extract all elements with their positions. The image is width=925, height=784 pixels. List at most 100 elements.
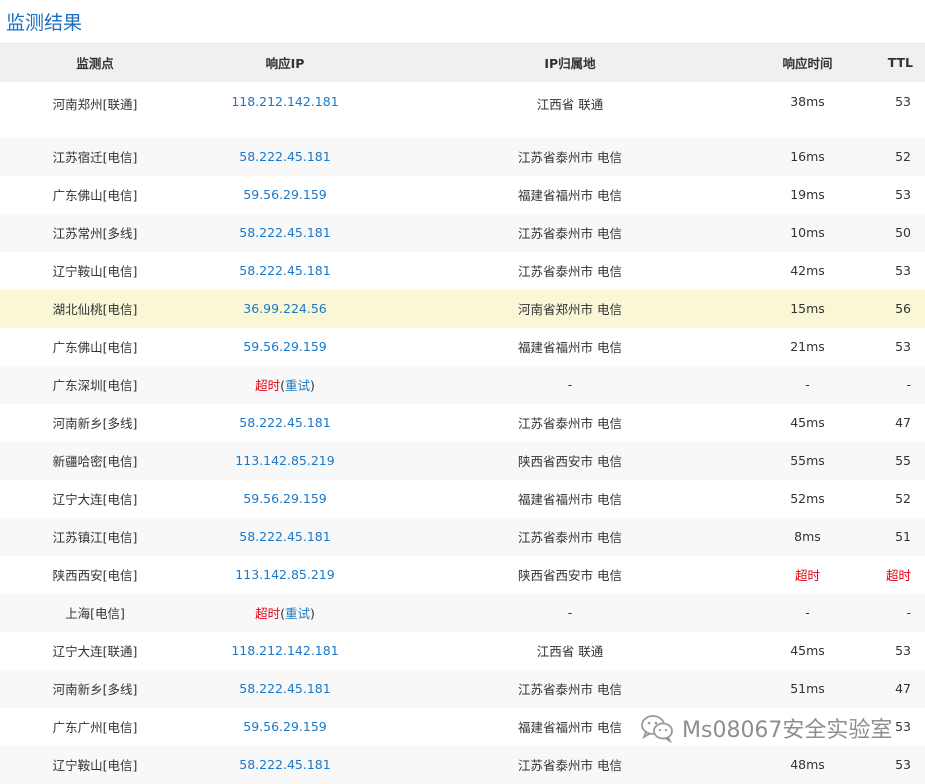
- table-row: 辽宁大连[联通] 118.212.142.181 江西省 联通 45ms 53: [0, 632, 925, 670]
- table-row: 上海[电信] 超时(重试) - - -: [0, 593, 925, 632]
- cell-ip: 58.222.45.181: [239, 263, 331, 278]
- cell-time: 21ms: [790, 339, 825, 354]
- cell-ip: 58.222.45.181: [239, 415, 331, 430]
- table-row: 广东佛山[电信] 59.56.29.159 福建省福州市 电信 19ms 53: [0, 176, 925, 214]
- cell-location: 河南省郑州市 电信: [518, 302, 622, 317]
- cell-location: 江西省 联通: [536, 96, 604, 112]
- column-header-location: IP归属地: [380, 43, 760, 82]
- column-header-ttl: TTL: [855, 43, 925, 82]
- cell-time: 45ms: [790, 415, 825, 430]
- table-row: 陕西西安[电信] 113.142.85.219 陕西省西安市 电信 超时 超时: [0, 556, 925, 594]
- cell-ip: 59.56.29.159: [243, 491, 327, 506]
- cell-ttl: 47: [895, 415, 911, 430]
- cell-time: 52ms: [790, 491, 825, 506]
- table-row: 江苏宿迁[电信] 58.222.45.181 江苏省泰州市 电信 16ms 52: [0, 137, 925, 176]
- cell-node: 广东广州[电信]: [52, 720, 138, 735]
- table-row: 广东佛山[电信] 59.56.29.159 福建省福州市 电信 21ms 53: [0, 328, 925, 366]
- title-bar: 监测结果: [0, 0, 925, 43]
- cell-ip: 58.222.45.181: [239, 149, 331, 164]
- cell-location: -: [567, 377, 573, 392]
- cell-ip: 58.222.45.181: [239, 225, 331, 240]
- cell-time: 38ms: [790, 93, 825, 109]
- results-table: 监测点 响应IP IP归属地 响应时间 TTL 河南郑州[联通] 118.212…: [0, 43, 925, 784]
- cell-location: 江西省 联通: [536, 644, 604, 659]
- table-row: 广东深圳[电信] 超时(重试) - - -: [0, 365, 925, 404]
- cell-node: 新疆哈密[电信]: [52, 454, 138, 469]
- cell-node: 江苏宿迁[电信]: [52, 150, 138, 165]
- cell-ttl: -: [906, 377, 911, 392]
- cell-ttl: 53: [895, 263, 911, 278]
- cell-time: 超时: [794, 568, 820, 583]
- cell-location: 江苏省泰州市 电信: [518, 682, 622, 697]
- cell-location: 江苏省泰州市 电信: [518, 264, 622, 279]
- cell-ip: 59.56.29.159: [243, 339, 327, 354]
- table-row: 江苏常州[多线] 58.222.45.181 江苏省泰州市 电信 10ms 50: [0, 213, 925, 252]
- cell-ttl: -: [906, 605, 911, 620]
- column-header-time: 响应时间: [760, 43, 855, 82]
- cell-ip: 58.222.45.181: [239, 757, 331, 772]
- cell-ttl: 50: [895, 225, 911, 240]
- cell-time: 42ms: [790, 263, 825, 278]
- table-row-highlighted: 湖北仙桃[电信] 36.99.224.56 河南省郑州市 电信 15ms 56: [0, 289, 925, 328]
- column-header-ip: 响应IP: [190, 43, 380, 82]
- cell-time: 51ms: [790, 681, 825, 696]
- watermark: Ms08067安全实验室: [640, 712, 892, 744]
- cell-ttl: 53: [895, 757, 911, 772]
- wechat-icon: [641, 715, 673, 743]
- cell-ttl: 超时: [885, 568, 911, 583]
- cell-node: 广东佛山[电信]: [52, 340, 138, 355]
- retry-link[interactable]: 重试: [285, 378, 310, 393]
- timeout-label: 超时: [255, 378, 281, 393]
- cell-ip: 118.212.142.181: [231, 643, 339, 658]
- cell-ttl: 47: [895, 681, 911, 696]
- cell-node: 江苏常州[多线]: [52, 226, 138, 241]
- cell-node: 辽宁鞍山[电信]: [52, 758, 138, 773]
- cell-ttl: 55: [895, 453, 911, 468]
- cell-node: 河南郑州[联通]: [52, 96, 138, 112]
- cell-ip: 113.142.85.219: [235, 453, 335, 468]
- cell-node: 河南新乡[多线]: [52, 416, 138, 431]
- cell-ip: 58.222.45.181: [239, 529, 331, 544]
- table-row: 江苏镇江[电信] 58.222.45.181 江苏省泰州市 电信 8ms 51: [0, 517, 925, 556]
- cell-time: 15ms: [790, 301, 825, 316]
- cell-ttl: 53: [895, 187, 911, 202]
- table-row: 辽宁鞍山[电信] 58.222.45.181 江苏省泰州市 电信 42ms 53: [0, 252, 925, 290]
- page-title: 监测结果: [6, 12, 83, 34]
- cell-time: 45ms: [790, 643, 825, 658]
- cell-location: 江苏省泰州市 电信: [518, 758, 622, 773]
- cell-location: 江苏省泰州市 电信: [518, 226, 622, 241]
- cell-location: -: [567, 605, 573, 620]
- cell-ip: 超时(重试): [255, 378, 315, 393]
- cell-location: 福建省福州市 电信: [518, 188, 622, 203]
- watermark-text: Ms08067安全实验室: [682, 718, 893, 743]
- cell-time: -: [805, 605, 810, 620]
- cell-time: 10ms: [790, 225, 825, 240]
- cell-time: -: [805, 377, 810, 392]
- cell-node: 上海[电信]: [65, 606, 125, 621]
- cell-node: 辽宁大连[联通]: [52, 644, 138, 659]
- cell-location: 江苏省泰州市 电信: [518, 416, 622, 431]
- timeout-label: 超时: [255, 606, 281, 621]
- cell-ttl: 53: [895, 339, 911, 354]
- cell-location: 福建省福州市 电信: [518, 492, 622, 507]
- cell-time: 16ms: [790, 149, 825, 164]
- cell-node: 湖北仙桃[电信]: [52, 302, 138, 317]
- cell-node: 河南新乡[多线]: [52, 682, 138, 697]
- cell-ip: 36.99.224.56: [243, 301, 327, 316]
- table-row: 河南郑州[联通] 118.212.142.181 江西省 联通 38ms 53: [0, 82, 925, 138]
- cell-location: 陕西省西安市 电信: [518, 454, 622, 469]
- table-header-row: 监测点 响应IP IP归属地 响应时间 TTL: [0, 43, 925, 82]
- cell-location: 陕西省西安市 电信: [518, 568, 622, 583]
- table-row: 辽宁鞍山[电信] 58.222.45.181 江苏省泰州市 电信 48ms 53: [0, 745, 925, 784]
- cell-ttl: 53: [895, 643, 911, 658]
- cell-ttl: 52: [895, 149, 911, 164]
- cell-node: 陕西西安[电信]: [52, 568, 138, 583]
- column-header-node: 监测点: [0, 43, 190, 82]
- cell-time: 19ms: [790, 187, 825, 202]
- table-row: 辽宁大连[电信] 59.56.29.159 福建省福州市 电信 52ms 52: [0, 480, 925, 518]
- retry-link[interactable]: 重试: [285, 606, 310, 621]
- cell-location: 江苏省泰州市 电信: [518, 150, 622, 165]
- cell-ttl: 53: [895, 93, 911, 109]
- table-row: 新疆哈密[电信] 113.142.85.219 陕西省西安市 电信 55ms 5…: [0, 441, 925, 480]
- cell-ip: 118.212.142.181: [231, 93, 339, 109]
